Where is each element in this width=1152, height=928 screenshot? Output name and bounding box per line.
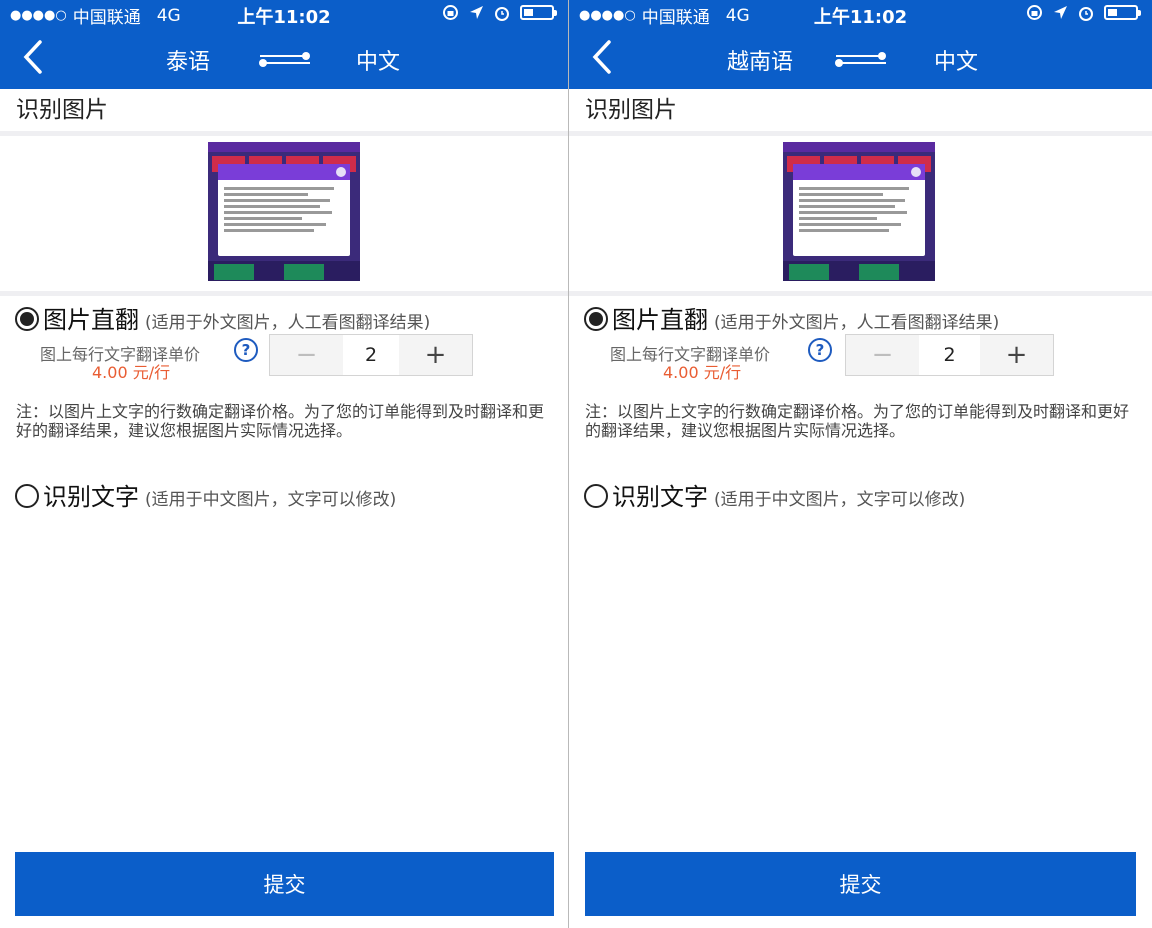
divider <box>569 131 1152 136</box>
divider <box>0 291 568 296</box>
status-bar: ●●●●○ 中国联通 4G 上午11:02 <box>0 0 568 28</box>
rotation-lock-icon <box>443 5 458 20</box>
price-value: 4.00 元/行 <box>663 363 742 382</box>
option-text-recognition[interactable]: 识别文字 (适用于中文图片，文字可以修改) <box>15 477 396 512</box>
radio-unchecked-icon[interactable] <box>584 484 608 508</box>
option-hint: (适用于外文图片，人工看图翻译结果) <box>145 313 431 333</box>
uploaded-image-thumbnail[interactable] <box>208 142 360 281</box>
location-icon <box>1054 6 1067 19</box>
help-icon[interactable]: ? <box>234 338 258 362</box>
left-screen: ●●●●○ 中国联通 4G 上午11:02 泰语 中文 识别图片 图片直翻 (适… <box>0 0 568 928</box>
option-hint: (适用于外文图片，人工看图翻译结果) <box>714 313 1000 333</box>
pricing-note: 注：以图片上文字的行数确定翻译价格。为了您的订单能得到及时翻译和更好的翻译结果，… <box>585 402 1130 440</box>
help-icon[interactable]: ? <box>808 338 832 362</box>
increment-button[interactable]: + <box>980 335 1053 375</box>
submit-button[interactable]: 提交 <box>15 852 554 916</box>
option-image-translate[interactable]: 图片直翻 (适用于外文图片，人工看图翻译结果) <box>584 300 999 335</box>
back-chevron-icon[interactable] <box>18 38 48 76</box>
location-icon <box>470 6 483 19</box>
price-value: 4.00 元/行 <box>92 363 171 382</box>
right-screen: ●●●●○ 中国联通 4G 上午11:02 越南语 中文 识别图片 图片直翻 (… <box>569 0 1152 928</box>
back-chevron-icon[interactable] <box>587 38 617 76</box>
battery-icon <box>1104 5 1141 20</box>
radio-unchecked-icon[interactable] <box>15 484 39 508</box>
rotation-lock-icon <box>1027 5 1042 20</box>
option-label: 图片直翻 <box>43 306 139 334</box>
status-bar: ●●●●○ 中国联通 4G 上午11:02 <box>569 0 1152 28</box>
radio-checked-icon[interactable] <box>15 307 39 331</box>
submit-button[interactable]: 提交 <box>585 852 1136 916</box>
quantity-stepper: − 2 + <box>845 334 1054 376</box>
divider <box>0 131 568 136</box>
option-hint: (适用于中文图片，文字可以修改) <box>145 490 397 510</box>
battery-icon <box>520 5 557 20</box>
section-title: 识别图片 <box>0 89 568 131</box>
option-image-translate[interactable]: 图片直翻 (适用于外文图片，人工看图翻译结果) <box>15 300 430 335</box>
increment-button[interactable]: + <box>399 335 472 375</box>
option-label: 识别文字 <box>43 483 139 511</box>
quantity-value[interactable]: 2 <box>919 335 980 375</box>
target-language[interactable]: 中文 <box>934 44 978 76</box>
decrement-button[interactable]: − <box>270 335 343 375</box>
source-language[interactable]: 越南语 <box>727 44 793 76</box>
option-hint: (适用于中文图片，文字可以修改) <box>714 490 966 510</box>
radio-checked-icon[interactable] <box>584 307 608 331</box>
language-switch-icon[interactable] <box>834 50 888 70</box>
language-switch-icon[interactable] <box>258 50 312 70</box>
divider <box>569 291 1152 296</box>
section-title: 识别图片 <box>569 89 1152 131</box>
decrement-button[interactable]: − <box>846 335 919 375</box>
source-language[interactable]: 泰语 <box>166 44 210 76</box>
option-label: 图片直翻 <box>612 306 708 334</box>
nav-bar: 越南语 中文 <box>569 28 1152 89</box>
alarm-icon <box>1079 6 1093 21</box>
alarm-icon <box>495 6 509 21</box>
quantity-stepper: − 2 + <box>269 334 473 376</box>
option-label: 识别文字 <box>612 483 708 511</box>
option-text-recognition[interactable]: 识别文字 (适用于中文图片，文字可以修改) <box>584 477 965 512</box>
target-language[interactable]: 中文 <box>356 44 400 76</box>
pricing-note: 注：以图片上文字的行数确定翻译价格。为了您的订单能得到及时翻译和更好的翻译结果，… <box>16 402 545 440</box>
quantity-value[interactable]: 2 <box>343 335 399 375</box>
uploaded-image-thumbnail[interactable] <box>783 142 935 281</box>
nav-bar: 泰语 中文 <box>0 28 568 89</box>
